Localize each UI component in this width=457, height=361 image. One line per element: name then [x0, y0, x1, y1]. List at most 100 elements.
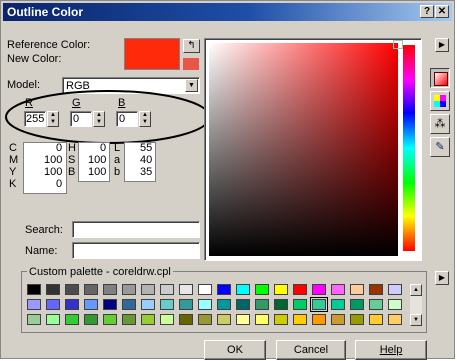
palette-swatch[interactable]: [160, 284, 174, 295]
palette-swatch[interactable]: [46, 299, 60, 310]
eyedropper-icon[interactable]: ✎: [430, 137, 450, 157]
palette-swatch[interactable]: [27, 314, 41, 325]
palette-swatch[interactable]: [160, 314, 174, 325]
palette-swatch[interactable]: [217, 299, 231, 310]
palette-swatch[interactable]: [274, 314, 288, 325]
palette-swatch[interactable]: [312, 314, 326, 325]
palette-swatch[interactable]: [65, 314, 79, 325]
palette-swatch[interactable]: [274, 284, 288, 295]
help-button[interactable]: Help: [355, 340, 427, 360]
m-value: 100: [44, 154, 63, 166]
help-title-button[interactable]: ?: [420, 5, 434, 18]
color-gradient-field[interactable]: [209, 43, 398, 256]
palette-swatch[interactable]: [388, 284, 402, 295]
palette-swatch[interactable]: [198, 314, 212, 325]
new-color-swatch: [183, 58, 199, 70]
palette-swatch[interactable]: [46, 314, 60, 325]
mixers-icon[interactable]: ⁂: [430, 114, 450, 134]
k-value: 0: [56, 178, 63, 190]
palette-swatch[interactable]: [255, 314, 269, 325]
palette-swatch[interactable]: [84, 299, 98, 310]
palette-swatch[interactable]: [236, 284, 250, 295]
color-picker-area[interactable]: [204, 38, 422, 261]
palette-swatch[interactable]: [84, 284, 98, 295]
palette-swatch[interactable]: [369, 284, 383, 295]
palette-swatch[interactable]: [293, 284, 307, 295]
search-label: Search:: [25, 224, 63, 236]
hsb-b-label: B: [68, 166, 76, 178]
palette-swatch[interactable]: [141, 314, 155, 325]
title-bar: Outline Color ? ✕: [3, 3, 452, 21]
palette-swatch[interactable]: [217, 284, 231, 295]
palette-swatch[interactable]: [331, 314, 345, 325]
palette-swatch[interactable]: [350, 314, 364, 325]
y-label: Y: [9, 166, 17, 178]
scroll-down-icon[interactable]: ▼: [410, 314, 422, 326]
palette-swatch[interactable]: [255, 284, 269, 295]
palette-swatch[interactable]: [388, 299, 402, 310]
palette-swatch[interactable]: [103, 299, 117, 310]
h-value: 0: [100, 142, 107, 154]
close-button[interactable]: ✕: [435, 5, 449, 18]
hue-slider[interactable]: [403, 45, 415, 251]
palette-swatch[interactable]: [141, 284, 155, 295]
lab-b-label: b: [114, 166, 121, 178]
palette-swatch[interactable]: [65, 284, 79, 295]
search-input[interactable]: [72, 221, 200, 238]
palette-swatch[interactable]: [122, 314, 136, 325]
hsb-b-value: 100: [88, 166, 107, 178]
palette-swatch[interactable]: [255, 299, 269, 310]
ok-button[interactable]: OK: [204, 340, 266, 360]
options-arrow-icon[interactable]: ▶: [435, 38, 449, 52]
palette-swatch[interactable]: [274, 299, 288, 310]
palette-swatch[interactable]: [331, 284, 345, 295]
m-label: M: [9, 154, 19, 166]
palette-swatch[interactable]: [179, 284, 193, 295]
palette-swatch[interactable]: [293, 314, 307, 325]
palette-swatch[interactable]: [122, 299, 136, 310]
palette-swatch[interactable]: [236, 299, 250, 310]
color-models-icon[interactable]: [430, 68, 450, 88]
l-label: L: [114, 142, 121, 154]
window-title: Outline Color: [7, 5, 83, 19]
palette-swatch[interactable]: [293, 299, 307, 310]
palette-swatch[interactable]: [46, 284, 60, 295]
palettes-icon[interactable]: [430, 91, 450, 111]
new-color-label: New Color:: [7, 53, 62, 65]
s-value: 100: [88, 154, 107, 166]
palette-options-icon[interactable]: ▶: [435, 271, 449, 285]
palette-swatch[interactable]: [312, 284, 326, 295]
palette-swatch[interactable]: [310, 297, 328, 312]
palette-swatch[interactable]: [103, 284, 117, 295]
palette-swatch[interactable]: [236, 314, 250, 325]
palette-swatch[interactable]: [198, 299, 212, 310]
name-input[interactable]: [72, 242, 200, 259]
palette-swatch[interactable]: [369, 314, 383, 325]
palette-swatch[interactable]: [103, 314, 117, 325]
palette-swatch-grid[interactable]: [27, 284, 407, 326]
palette-swatch[interactable]: [27, 284, 41, 295]
palette-swatch[interactable]: [217, 314, 231, 325]
palette-swatch[interactable]: [331, 299, 345, 310]
c-label: C: [9, 142, 17, 154]
palette-swatch[interactable]: [388, 314, 402, 325]
scroll-up-icon[interactable]: ▲: [410, 284, 422, 296]
palette-scrollbar[interactable]: ▲ ▼: [410, 284, 422, 326]
cancel-button[interactable]: Cancel: [276, 340, 346, 360]
palette-swatch[interactable]: [179, 314, 193, 325]
outline-color-dialog: Outline Color ? ✕ Reference Color: New C…: [0, 0, 455, 360]
palette-swatch[interactable]: [84, 314, 98, 325]
palette-swatch[interactable]: [122, 284, 136, 295]
palette-swatch[interactable]: [65, 299, 79, 310]
palette-swatch[interactable]: [160, 299, 174, 310]
palette-swatch[interactable]: [350, 284, 364, 295]
swap-arrow-icon[interactable]: ↰: [183, 39, 200, 53]
reference-color-swatch: [124, 38, 180, 70]
color-field-marker: [393, 40, 403, 49]
palette-swatch[interactable]: [350, 299, 364, 310]
palette-swatch[interactable]: [198, 284, 212, 295]
palette-swatch[interactable]: [369, 299, 383, 310]
palette-swatch[interactable]: [179, 299, 193, 310]
palette-swatch[interactable]: [27, 299, 41, 310]
palette-swatch[interactable]: [141, 299, 155, 310]
